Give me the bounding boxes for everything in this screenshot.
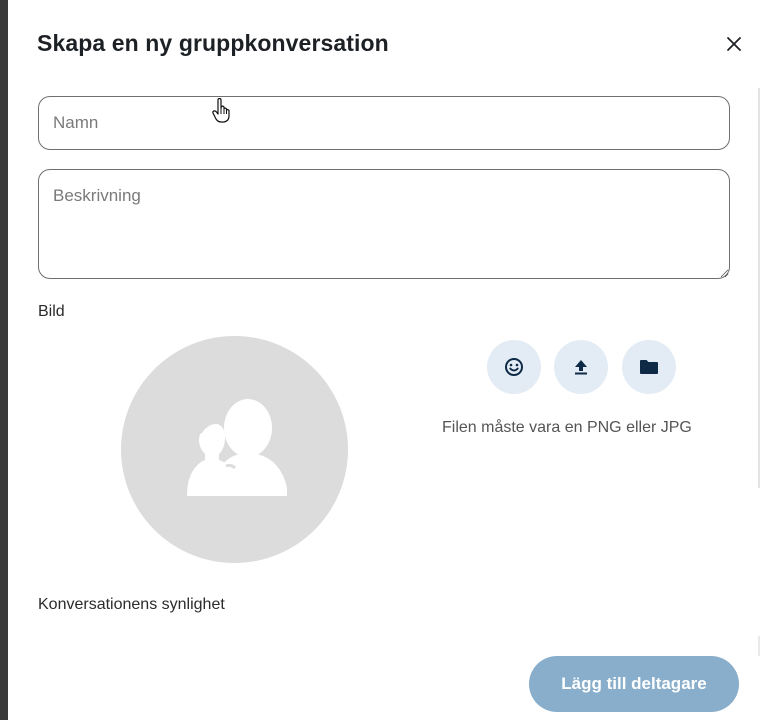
browse-files-button[interactable] — [622, 340, 676, 394]
emoji-picker-button[interactable] — [487, 340, 541, 394]
hand-pointer-cursor-icon — [212, 98, 230, 123]
upload-icon — [575, 360, 587, 375]
add-participants-button[interactable]: Lägg till deltagare — [529, 656, 739, 712]
image-label: Bild — [38, 303, 65, 320]
group-avatar-icon — [187, 399, 287, 496]
upload-image-button[interactable] — [554, 340, 608, 394]
close-icon — [727, 37, 741, 51]
page: Skapa en ny gruppkonversation Bild — [0, 0, 760, 720]
backdrop-edge — [0, 0, 8, 720]
emoji-icon — [505, 358, 523, 376]
description-textarea[interactable] — [38, 169, 730, 279]
file-format-hint: Filen måste vara en PNG eller JPG — [442, 419, 692, 436]
name-input[interactable] — [38, 96, 730, 150]
create-group-dialog: Skapa en ny gruppkonversation Bild — [8, 0, 760, 720]
close-button[interactable] — [720, 30, 748, 58]
visibility-label: Konversationens synlighet — [38, 596, 225, 613]
folder-icon — [640, 360, 658, 374]
dialog-title: Skapa en ny gruppkonversation — [37, 30, 389, 56]
group-avatar-placeholder — [121, 336, 348, 563]
